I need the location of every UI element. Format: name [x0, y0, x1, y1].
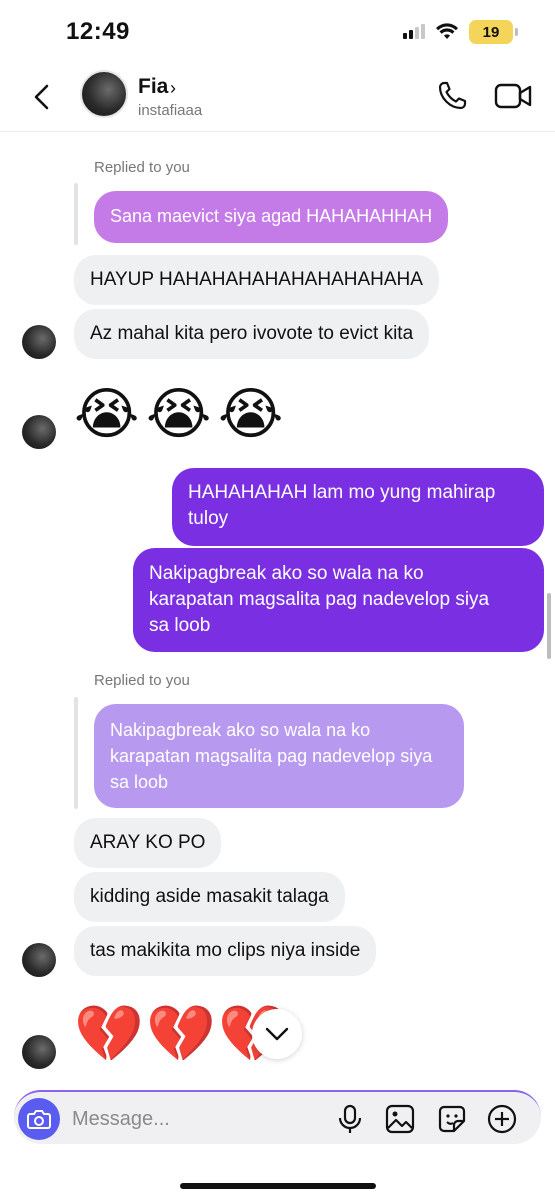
scrollbar[interactable]	[547, 593, 551, 659]
status-icons: 19	[403, 20, 518, 44]
emoji-crying[interactable]: 😭	[146, 383, 211, 447]
chevron-down-icon	[265, 1027, 289, 1041]
conversation-header: Fia › instafiaaa	[0, 62, 555, 132]
message-line: Nakipagbreak ako so wala na ko	[149, 563, 424, 584]
replied-to-you-label: Replied to you	[94, 672, 190, 689]
scroll-to-bottom-button[interactable]	[252, 1009, 302, 1059]
camera-button[interactable]	[18, 1098, 60, 1140]
home-indicator[interactable]	[180, 1183, 376, 1189]
incoming-message[interactable]: kidding aside masakit talaga	[74, 872, 345, 922]
message-line: sa loob	[149, 615, 211, 636]
message-line: karapatan magsalita pag nadevelop siya	[110, 746, 433, 766]
profile-chevron-icon[interactable]: ›	[170, 78, 176, 99]
outgoing-message[interactable]: HAHAHAHAH lam mo yung mahirap tuloy	[172, 468, 544, 546]
quoted-message[interactable]: Sana maevict siya agad HAHAHAHHAH	[94, 191, 449, 243]
incoming-message[interactable]: Az mahal kita pero ivovote to evict kita	[74, 309, 430, 359]
back-chevron-icon[interactable]	[28, 82, 58, 112]
sticker-icon[interactable]	[436, 1103, 468, 1135]
emoji-crying[interactable]: 😭	[218, 383, 283, 447]
replied-to-you-label: Replied to you	[94, 159, 190, 176]
outgoing-message[interactable]: Nakipagbreak ako so wala na ko karapatan…	[133, 548, 544, 652]
contact-avatar[interactable]	[80, 70, 128, 118]
contact-name[interactable]: Fia	[138, 75, 168, 99]
message-thread[interactable]: Replied to you Sana maevict siya agad HA…	[0, 133, 555, 1088]
cellular-signal-icon	[403, 24, 425, 39]
microphone-icon[interactable]	[334, 1103, 366, 1135]
status-time: 12:49	[66, 18, 130, 45]
battery-level: 19	[482, 23, 500, 41]
emoji-broken-heart[interactable]: 💔	[146, 1003, 216, 1067]
phone-icon[interactable]	[436, 80, 468, 112]
gallery-icon[interactable]	[384, 1103, 416, 1135]
message-line: Nakipagbreak ako so wala na ko	[110, 720, 371, 740]
battery-indicator: 19	[469, 20, 518, 44]
contact-username: instafiaaa	[138, 102, 203, 119]
contact-avatar-small	[22, 1035, 56, 1069]
video-camera-icon[interactable]	[494, 80, 532, 112]
wifi-icon	[436, 23, 458, 39]
incoming-message[interactable]: HAYUP HAHAHAHAHAHAHAHAHAHA	[74, 255, 439, 305]
emoji-crying[interactable]: 😭	[74, 383, 139, 447]
message-composer	[14, 1090, 541, 1144]
emoji-broken-heart[interactable]: 💔	[74, 1003, 144, 1067]
reply-indicator-bar	[74, 697, 78, 809]
contact-avatar-small	[22, 415, 56, 449]
camera-icon	[27, 1110, 51, 1129]
plus-icon[interactable]	[486, 1103, 518, 1135]
contact-avatar-small	[22, 325, 56, 359]
quoted-message[interactable]: Nakipagbreak ako so wala na ko karapatan…	[94, 704, 464, 808]
message-line: sa loob	[110, 772, 169, 792]
message-line: tuloy	[188, 508, 229, 529]
contact-avatar-small	[22, 943, 56, 977]
incoming-message[interactable]: tas makikita mo clips niya inside	[74, 926, 377, 976]
message-input[interactable]	[72, 1105, 322, 1133]
message-line: karapatan magsalita pag nadevelop siya	[149, 589, 490, 610]
reply-indicator-bar	[74, 183, 78, 245]
incoming-message[interactable]: ARAY KO PO	[74, 818, 222, 868]
status-bar: 12:49 19	[0, 0, 555, 62]
message-line: HAHAHAHAH lam mo yung mahirap	[188, 482, 496, 503]
